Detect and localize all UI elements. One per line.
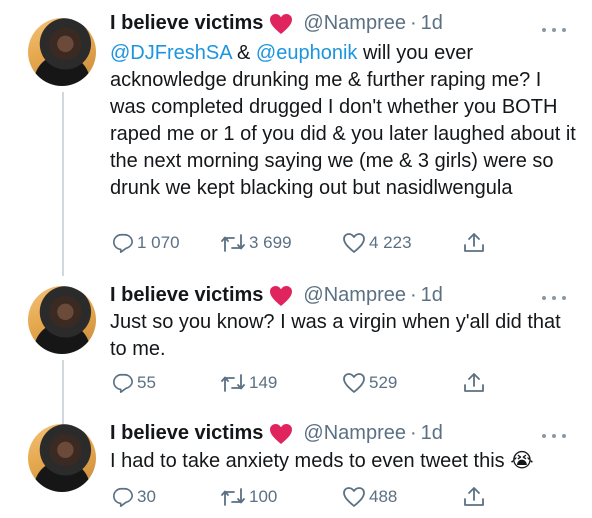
share-button[interactable] — [462, 370, 486, 396]
heart-icon — [270, 423, 293, 444]
retweet-icon — [221, 234, 245, 252]
share-icon — [464, 233, 484, 252]
retweet-count: 149 — [249, 373, 278, 392]
like-count: 529 — [369, 373, 398, 392]
tweet[interactable]: I believe victims @Nampree · 1d I had to… — [0, 418, 592, 518]
more-icon[interactable] — [542, 294, 566, 302]
reply-count: 1 070 — [137, 233, 180, 252]
retweet-button[interactable]: 149 — [220, 370, 277, 396]
retweet-button[interactable]: 100 — [220, 484, 277, 510]
retweet-count: 100 — [249, 487, 278, 506]
tweet-header: I believe victims @Nampree · 1d — [110, 12, 443, 35]
tweet-thread: I believe victims @Nampree · 1d @DJFresh… — [0, 0, 592, 518]
timestamp[interactable]: 1d — [421, 284, 443, 307]
tweet-actions: 55 149 529 — [112, 370, 492, 396]
tweet-header: I believe victims @Nampree · 1d — [110, 284, 443, 307]
tweet-actions: 30 100 488 — [112, 484, 492, 510]
tweet-header: I believe victims @Nampree · 1d — [110, 422, 443, 445]
like-count: 4 223 — [369, 233, 412, 252]
tweet[interactable]: I believe victims @Nampree · 1d @DJFresh… — [0, 0, 592, 280]
separator-dot: · — [409, 284, 417, 306]
share-icon — [464, 487, 484, 506]
reply-icon — [113, 373, 133, 393]
like-icon — [343, 233, 365, 253]
avatar[interactable] — [28, 286, 96, 354]
more-icon[interactable] — [542, 432, 566, 440]
tweet-text-segment: Just so you know? I was a virgin when y'… — [110, 311, 561, 360]
reply-count: 30 — [137, 487, 156, 506]
like-button[interactable]: 529 — [342, 370, 397, 396]
reply-button[interactable]: 1 070 — [112, 230, 180, 256]
reply-icon — [113, 487, 133, 507]
tweet-actions: 1 070 3 699 4 223 — [112, 230, 492, 256]
share-button[interactable] — [462, 230, 486, 256]
like-icon — [343, 487, 365, 507]
retweet-button[interactable]: 3 699 — [220, 230, 292, 256]
mention-link[interactable]: @euphonik — [256, 42, 357, 64]
mention-link[interactable]: @DJFreshSA — [110, 42, 231, 64]
share-icon — [464, 373, 484, 392]
retweet-icon — [221, 488, 245, 506]
like-count: 488 — [369, 487, 398, 506]
display-name[interactable]: I believe victims — [110, 422, 263, 445]
reply-button[interactable]: 30 — [112, 484, 156, 510]
reply-icon — [113, 233, 133, 253]
separator-dot: · — [409, 12, 417, 34]
timestamp[interactable]: 1d — [421, 12, 443, 35]
handle[interactable]: @Nampree — [303, 422, 406, 445]
like-button[interactable]: 4 223 — [342, 230, 412, 256]
share-button[interactable] — [462, 484, 486, 510]
tweet-text-segment: & — [231, 42, 256, 64]
tweet-text-segment: will you ever acknowledge drunking me & … — [110, 42, 576, 199]
like-button[interactable]: 488 — [342, 484, 397, 510]
separator-dot: · — [409, 422, 417, 444]
display-name[interactable]: I believe victims — [110, 12, 263, 35]
avatar[interactable] — [28, 18, 96, 86]
tweet-text: Just so you know? I was a virgin when y'… — [110, 309, 580, 363]
like-icon — [343, 373, 365, 393]
handle[interactable]: @Nampree — [303, 284, 406, 307]
more-icon[interactable] — [542, 26, 566, 34]
heart-icon — [270, 13, 293, 34]
display-name[interactable]: I believe victims — [110, 284, 263, 307]
retweet-count: 3 699 — [249, 233, 292, 252]
retweet-icon — [221, 374, 245, 392]
reply-count: 55 — [137, 373, 156, 392]
reply-button[interactable]: 55 — [112, 370, 156, 396]
avatar[interactable] — [28, 424, 96, 492]
handle[interactable]: @Nampree — [303, 12, 406, 35]
tweet-text: I had to take anxiety meds to even tweet… — [110, 448, 580, 475]
heart-icon — [270, 285, 293, 306]
tweet-text-segment: I had to take anxiety meds to even tweet… — [110, 450, 534, 472]
tweet[interactable]: I believe victims @Nampree · 1d Just so … — [0, 280, 592, 415]
tweet-text: @DJFreshSA & @euphonik will you ever ack… — [110, 40, 580, 202]
timestamp[interactable]: 1d — [421, 422, 443, 445]
